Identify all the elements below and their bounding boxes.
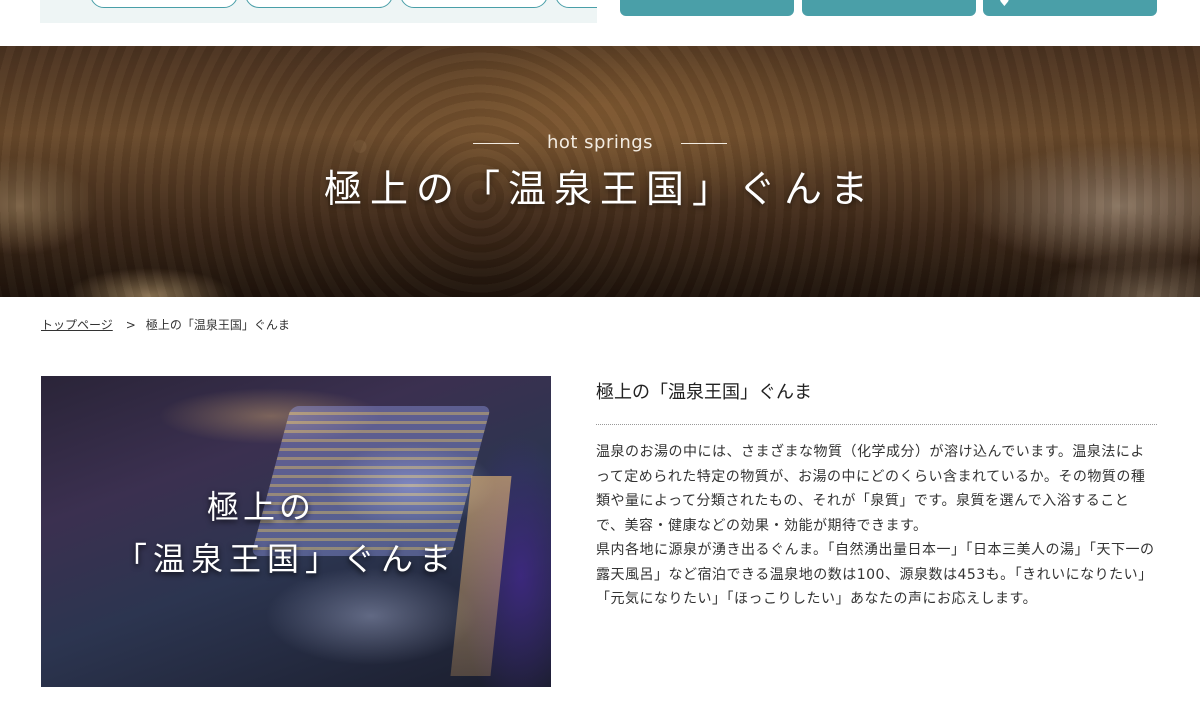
nav-button-1[interactable]: [620, 0, 794, 16]
feature-caption-line2: 「温泉王国」ぐんま: [114, 540, 457, 578]
hero-subtitle-text: hot springs: [546, 132, 654, 153]
category-pill-2[interactable]: [245, 0, 393, 8]
category-strip: [40, 0, 597, 23]
feature-image: 極上の 「温泉王国」ぐんま: [41, 376, 551, 687]
breadcrumb-current: 極上の「温泉王国」ぐんま: [145, 318, 290, 332]
article-paragraph-2: 県内各地に源泉が湧き出るぐんま。「自然湧出量日本一」「日本三美人の湯」「天下一の…: [596, 542, 1155, 607]
heart-icon: ♥: [999, 0, 1010, 9]
category-pill-3[interactable]: [400, 0, 548, 8]
breadcrumb-home-link[interactable]: トップページ: [41, 318, 113, 332]
breadcrumb-separator: >: [125, 318, 136, 332]
hero-subtitle-line-left: [472, 142, 519, 144]
hero-subtitle: hot springs: [0, 132, 1200, 153]
feature-image-caption: 極上の 「温泉王国」ぐんま: [41, 482, 541, 580]
hero-banner: hot springs 極上の「温泉王国」ぐんま: [0, 46, 1200, 297]
hero-title: 極上の「温泉王国」ぐんま: [323, 167, 876, 211]
top-navigation: ♥: [0, 0, 1200, 46]
nav-button-3[interactable]: ♥: [983, 0, 1157, 16]
nav-button-2[interactable]: [802, 0, 976, 16]
article-body: 温泉のお湯の中には、さまざまな物質（化学成分）が溶け込んでいます。温泉法によって…: [596, 440, 1157, 612]
category-pill-1[interactable]: [90, 0, 238, 8]
article-paragraph-1: 温泉のお湯の中には、さまざまな物質（化学成分）が溶け込んでいます。温泉法によって…: [596, 444, 1146, 534]
feature-caption-line1: 極上の: [206, 488, 315, 526]
hero-subtitle-line-right: [681, 142, 728, 144]
breadcrumb: トップページ > 極上の「温泉王国」ぐんま: [41, 316, 290, 333]
article-divider: [596, 424, 1157, 425]
category-pill-4[interactable]: [555, 0, 597, 8]
article-title: 極上の「温泉王国」ぐんま: [596, 382, 812, 403]
